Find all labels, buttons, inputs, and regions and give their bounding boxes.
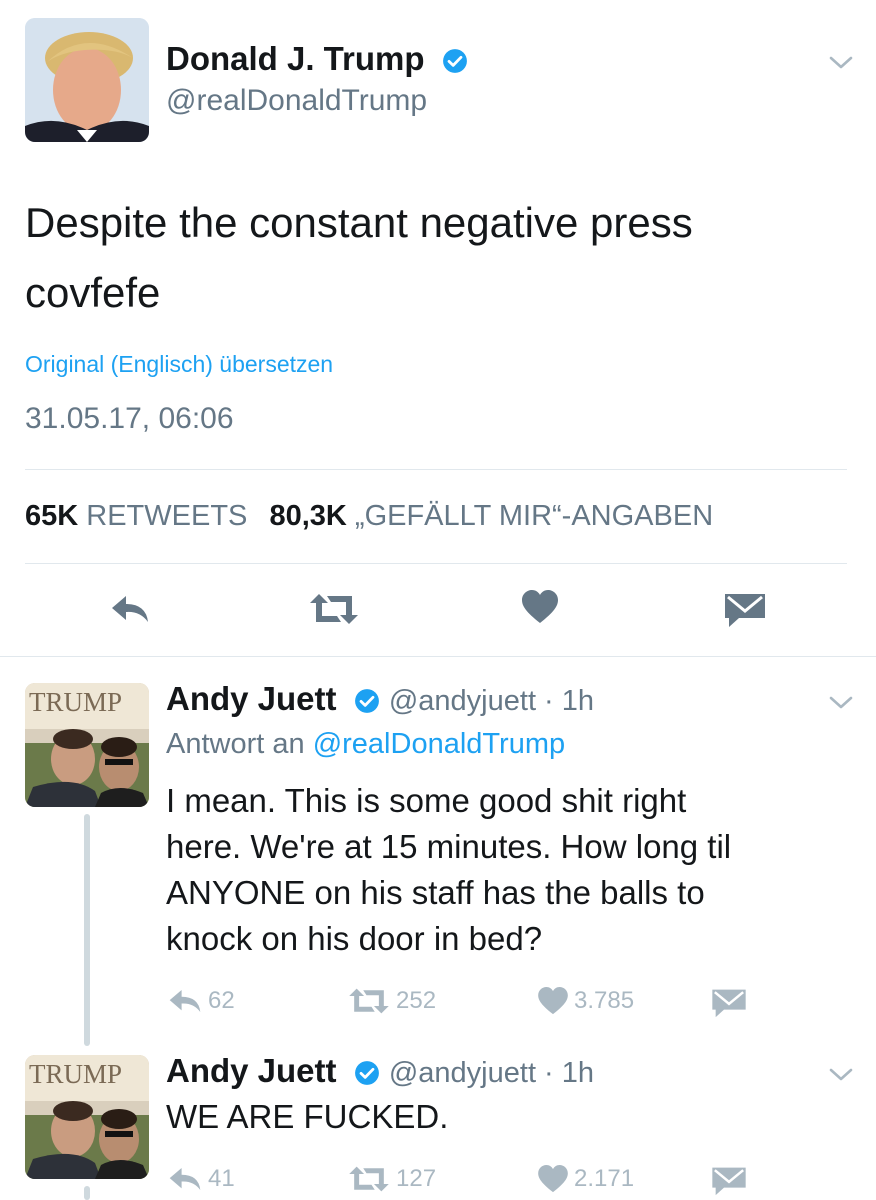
reply-count: 62 xyxy=(208,987,235,1014)
retweets-count: 65K xyxy=(25,500,79,532)
retweet-icon xyxy=(349,1166,389,1192)
reply-author-name[interactable]: Andy Juett xyxy=(166,680,337,717)
verified-badge-icon xyxy=(354,1061,379,1086)
reply-handle-time[interactable]: @andyjuett · 1h xyxy=(389,1057,594,1089)
reply-context: Antwort an @realDonaldTrump xyxy=(166,728,565,761)
author-handle[interactable]: @realDonaldTrump xyxy=(166,84,427,118)
reply-icon[interactable] xyxy=(110,594,150,624)
verified-badge-icon xyxy=(354,689,379,714)
divider xyxy=(0,656,876,657)
chevron-down-icon[interactable] xyxy=(828,1067,854,1083)
heart-icon xyxy=(538,1165,568,1193)
author-name-text: Donald J. Trump xyxy=(166,40,425,77)
avatar-sign-text: TRUMP xyxy=(29,1059,122,1089)
engagement-stats: 65K RETWEETS 80,3K „GEFÄLLT MIR“-ANGABEN xyxy=(25,500,713,533)
translate-link[interactable]: Original (Englisch) übersetzen xyxy=(25,351,333,378)
mail-icon[interactable] xyxy=(725,592,765,628)
verified-badge-icon xyxy=(442,49,467,74)
divider xyxy=(25,469,847,470)
reply-to-prefix: Antwort an xyxy=(166,728,305,760)
reply-text: WE ARE FUCKED. xyxy=(166,1094,448,1140)
like-count: 3.785 xyxy=(574,987,635,1014)
like-count: 2.171 xyxy=(574,1165,635,1192)
reply-to-handle-link[interactable]: @realDonaldTrump xyxy=(313,728,565,760)
reply-text-line: WE ARE FUCKED. xyxy=(166,1098,449,1135)
heart-icon[interactable] xyxy=(522,590,558,624)
tweet-timestamp: 31.05.17, 06:06 xyxy=(25,402,234,435)
retweet-count: 127 xyxy=(396,1165,437,1192)
avatar-photo: TRUMP xyxy=(25,683,149,807)
reply-text-line: I mean. This is some good shit right xyxy=(166,782,687,819)
retweet-action[interactable]: 127 xyxy=(348,1165,436,1193)
avatar-photo: TRUMP xyxy=(25,1055,149,1179)
reply-handle-time[interactable]: @andyjuett · 1h xyxy=(389,685,594,717)
chevron-down-icon[interactable] xyxy=(828,695,854,711)
retweet-icon[interactable] xyxy=(309,592,359,626)
reply-icon xyxy=(169,989,201,1013)
heart-icon xyxy=(538,987,568,1015)
reply-icon xyxy=(169,1167,201,1191)
chevron-down-icon[interactable] xyxy=(828,55,854,71)
retweet-count: 252 xyxy=(396,987,437,1014)
reply-header: Andy Juett @andyjuett · 1h xyxy=(166,680,594,718)
avatar-sign-text: TRUMP xyxy=(29,687,122,717)
avatar[interactable] xyxy=(25,18,149,142)
reply-action[interactable]: 41 xyxy=(168,1165,235,1193)
avatar[interactable]: TRUMP xyxy=(25,683,149,807)
likes-label: „GEFÄLLT MIR“-ANGABEN xyxy=(354,500,714,532)
tweet-text: Despite the constant negative press covf… xyxy=(25,188,845,328)
author-name[interactable]: Donald J. Trump xyxy=(166,40,468,78)
mail-icon[interactable] xyxy=(712,1166,746,1196)
mail-icon[interactable] xyxy=(712,988,746,1018)
reply-header: Andy Juett @andyjuett · 1h xyxy=(166,1052,594,1090)
like-action[interactable]: 3.785 xyxy=(538,987,634,1015)
likes-stat[interactable]: 80,3K „GEFÄLLT MIR“-ANGABEN xyxy=(269,500,713,532)
thread-line xyxy=(84,1186,90,1200)
divider xyxy=(25,563,847,564)
tweet-text-line: Despite the constant negative press xyxy=(25,199,693,246)
tweet-text-line: covfefe xyxy=(25,269,161,316)
reply-text-line: knock on his door in bed? xyxy=(166,920,543,957)
reply-text: I mean. This is some good shit right her… xyxy=(166,778,731,962)
like-action[interactable]: 2.171 xyxy=(538,1165,634,1193)
reply-text-line: ANYONE on his staff has the balls to xyxy=(166,874,705,911)
reply-text-line: here. We're at 15 minutes. How long til xyxy=(166,828,732,865)
likes-count: 80,3K xyxy=(269,500,347,532)
reply-action[interactable]: 62 xyxy=(168,987,235,1015)
reply-author-name[interactable]: Andy Juett xyxy=(166,1052,337,1089)
reply-count: 41 xyxy=(208,1165,235,1192)
retweets-stat[interactable]: 65K RETWEETS xyxy=(25,500,247,532)
avatar-photo xyxy=(25,18,149,142)
retweet-icon xyxy=(349,988,389,1014)
thread-line xyxy=(84,814,90,1046)
avatar[interactable]: TRUMP xyxy=(25,1055,149,1179)
retweets-label: RETWEETS xyxy=(86,500,248,532)
retweet-action[interactable]: 252 xyxy=(348,987,436,1015)
